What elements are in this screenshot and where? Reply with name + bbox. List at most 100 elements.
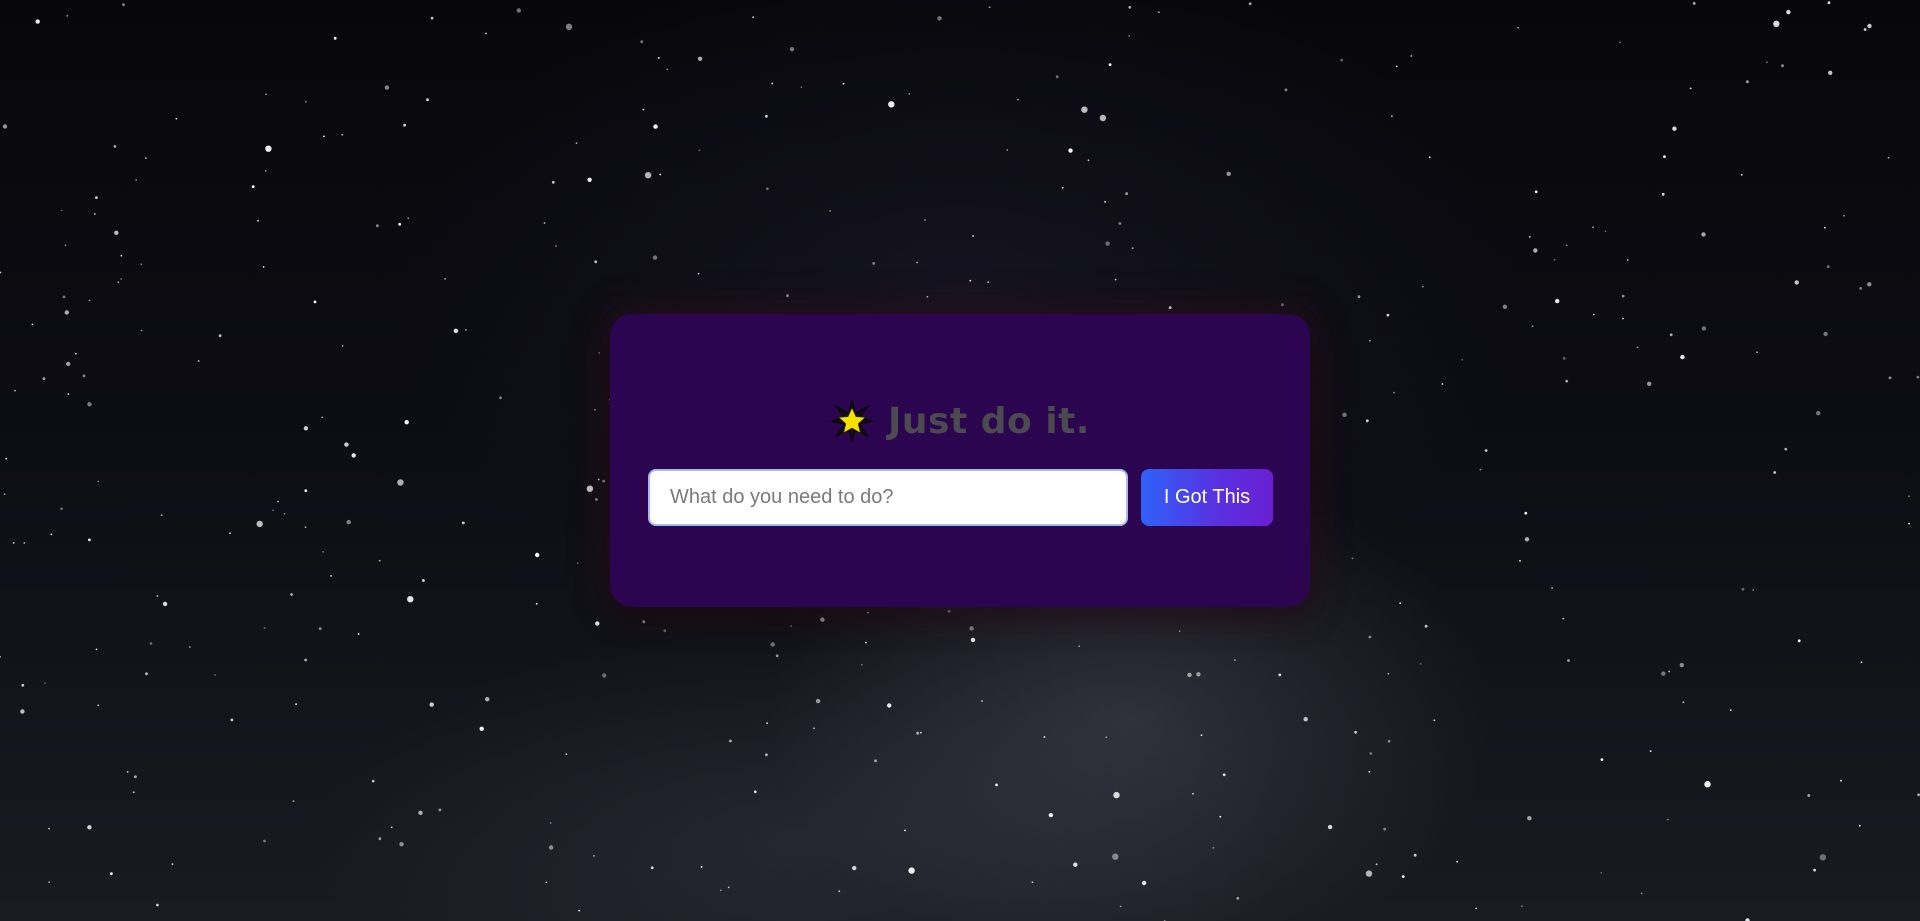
star-dot: [1422, 285, 1424, 288]
star-dot: [576, 562, 579, 564]
star-dot: [66, 361, 71, 367]
star-dot: [1636, 346, 1639, 349]
star-dot: [1187, 672, 1192, 678]
star-dot: [815, 698, 821, 704]
star-dot: [969, 279, 972, 282]
star-dot: [1551, 587, 1553, 589]
star-dot: [1502, 304, 1508, 309]
star-dot: [87, 402, 92, 407]
star-dot: [1626, 259, 1629, 261]
star-dot: [1527, 816, 1532, 821]
star-dot: [295, 703, 297, 705]
star-dot: [110, 872, 113, 875]
star-dot: [1565, 244, 1568, 247]
star-dot: [1128, 35, 1131, 37]
star-dot: [545, 881, 548, 884]
star-dot: [1168, 306, 1172, 309]
star-dot: [916, 731, 920, 735]
star-dot: [175, 117, 178, 120]
star-dot: [555, 245, 557, 247]
star-dot: [214, 674, 217, 676]
star-dot: [1104, 201, 1106, 203]
star-dot: [887, 703, 892, 708]
star-dot: [283, 512, 286, 515]
star-dot: [1369, 752, 1373, 755]
star-dot: [1284, 88, 1288, 92]
star-dot: [1387, 672, 1390, 675]
star-dot: [44, 682, 46, 685]
star-dot: [1031, 881, 1034, 884]
star-dot: [1365, 870, 1373, 877]
star-dot: [752, 16, 755, 19]
star-dot: [95, 196, 98, 200]
star-dot: [595, 498, 598, 501]
star-dot: [1391, 115, 1393, 118]
star-dot: [341, 345, 344, 347]
star-dot: [23, 542, 26, 544]
star-dot: [766, 187, 769, 191]
star-dot: [1672, 126, 1677, 131]
star-dot: [1456, 860, 1459, 863]
star-dot: [1479, 468, 1482, 471]
add-task-button[interactable]: I Got This: [1141, 469, 1273, 526]
star-dot: [659, 173, 662, 176]
star-dot: [313, 300, 317, 304]
star-dot: [64, 310, 70, 315]
star-dot: [357, 633, 360, 635]
star-dot: [1475, 907, 1477, 910]
star-dot: [642, 620, 646, 624]
star-dot: [813, 727, 815, 730]
star-dot: [93, 213, 96, 215]
star-dot: [20, 709, 25, 714]
star-dot: [322, 551, 325, 553]
star-dot: [820, 617, 825, 622]
star-dot: [1773, 471, 1777, 474]
star-dot: [970, 637, 976, 643]
star-dot: [1647, 381, 1652, 386]
star-dot: [1562, 357, 1566, 360]
star-dot: [35, 19, 40, 24]
star-dot: [398, 222, 402, 226]
star-dot: [1807, 794, 1811, 797]
star-dot: [1043, 736, 1046, 738]
star-dot: [657, 57, 660, 59]
star-dot: [88, 538, 91, 542]
star-dot: [264, 170, 267, 172]
page-background: Just do it. I Got This: [0, 0, 1920, 921]
star-dot: [1433, 719, 1436, 722]
star-dot: [321, 416, 324, 419]
star-dot: [120, 278, 122, 280]
star-dot: [666, 68, 669, 71]
star-dot: [48, 827, 50, 830]
task-input[interactable]: [648, 469, 1128, 526]
star-dot: [0, 271, 2, 274]
star-dot: [1781, 64, 1784, 68]
app-heading: Just do it.: [610, 396, 1310, 446]
star-dot: [64, 244, 67, 247]
star-dot: [1125, 192, 1128, 196]
star-dot: [126, 771, 129, 773]
star-dot: [1055, 75, 1059, 79]
star-dot: [1524, 511, 1528, 515]
star-dot: [465, 329, 467, 331]
star-dot: [1908, 522, 1910, 525]
star-dot: [1081, 106, 1088, 113]
star-dot: [1867, 23, 1872, 29]
star-dot: [1387, 739, 1391, 743]
star-dot: [430, 16, 434, 20]
star-dot: [1114, 278, 1117, 281]
star-dot: [1621, 294, 1625, 298]
star-dot: [1006, 149, 1009, 151]
star-dot: [578, 909, 581, 912]
star-dot: [775, 654, 779, 658]
star-dot: [947, 609, 951, 613]
star-dot: [867, 611, 869, 614]
star-dot: [145, 672, 148, 676]
star-dot: [1531, 325, 1534, 328]
star-dot: [1826, 265, 1830, 268]
star-dot: [729, 739, 732, 743]
star-dot: [1555, 298, 1560, 304]
star-dot: [1395, 65, 1398, 68]
star-dot: [535, 602, 538, 605]
star-dot: [438, 808, 442, 812]
